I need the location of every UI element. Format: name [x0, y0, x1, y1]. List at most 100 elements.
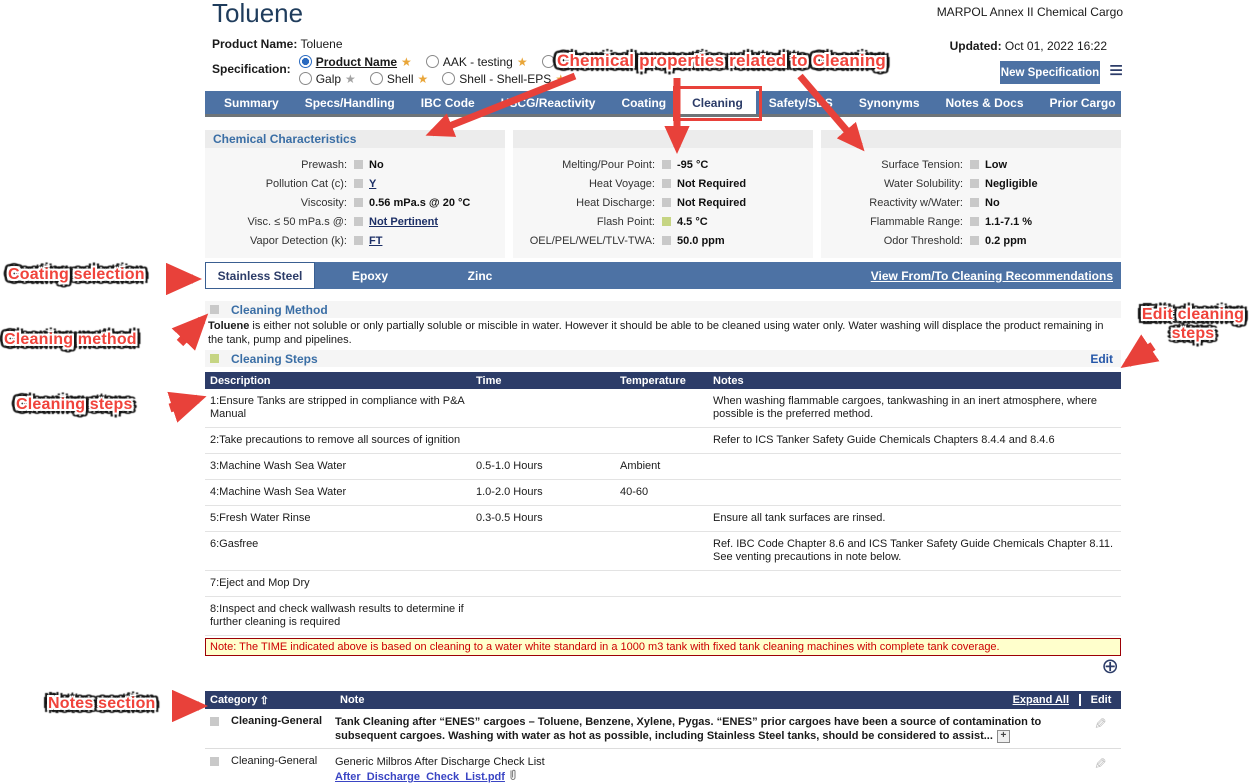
step-notes: When washing flammable cargoes, tankwash…	[708, 389, 1121, 428]
note-edit-cell: ✎	[1079, 715, 1121, 743]
step-notes: Ref. IBC Code Chapter 8.6 and ICS Tanker…	[708, 532, 1121, 571]
step-description: 7:Eject and Mop Dry	[205, 571, 471, 597]
step-time	[471, 389, 615, 428]
tab-safety-sds[interactable]: Safety/SDS	[756, 91, 846, 114]
col-time: Time	[471, 372, 615, 389]
radio-icon[interactable]	[299, 55, 312, 68]
pdf-attachment-link[interactable]: After_Discharge_Check_List.pdf	[335, 771, 505, 783]
star-icon: ★	[401, 57, 412, 67]
expand-all-link[interactable]: Expand All	[1013, 694, 1079, 706]
coating-tab-epoxy[interactable]: Epoxy	[315, 262, 425, 289]
note-row: Cleaning-General Generic Milbros After D…	[205, 749, 1121, 783]
status-square-icon	[970, 236, 979, 245]
step-row: 2:Take precautions to remove all sources…	[205, 428, 1121, 454]
view-cleaning-recommendations-link[interactable]: View From/To Cleaning Recommendations	[871, 262, 1121, 289]
arrow-steps	[170, 399, 198, 408]
chem-panel-3: Surface Tension:Low Water Solubility:Neg…	[821, 130, 1121, 258]
status-square-icon	[970, 217, 979, 226]
menu-icon[interactable]: ≡	[1109, 59, 1123, 83]
chem-value-link[interactable]: Not Pertinent	[369, 216, 438, 228]
updated-line: Updated: Oct 01, 2022 16:22	[950, 39, 1107, 53]
category-square-icon	[210, 757, 219, 766]
chem-panel-header	[821, 130, 1121, 148]
step-time: 1.0-2.0 Hours	[471, 480, 615, 506]
cleaning-steps-header: Cleaning Steps Edit	[205, 350, 1121, 367]
notes-edit-header: Edit	[1079, 694, 1121, 706]
chem-value-link[interactable]: Y	[369, 178, 376, 190]
cleaning-steps-title: Cleaning Steps	[231, 352, 318, 366]
tab-coating[interactable]: Coating	[608, 91, 679, 114]
step-description: 3:Machine Wash Sea Water	[205, 454, 471, 480]
tab-synonyms[interactable]: Synonyms	[846, 91, 933, 114]
coating-tab-stainless-steel[interactable]: Stainless Steel	[205, 262, 315, 289]
step-temperature	[615, 597, 708, 636]
tab-notes-docs[interactable]: Notes & Docs	[933, 91, 1037, 114]
section-square-icon	[210, 354, 219, 363]
spec-radio-shell[interactable]: Shell ★	[370, 72, 428, 86]
page-title: Toluene	[212, 0, 303, 29]
radio-icon[interactable]	[542, 55, 555, 68]
chem-panel-header	[513, 130, 813, 148]
tab-prior-cargo[interactable]: Prior Cargo	[1037, 91, 1129, 114]
expand-note-icon[interactable]: +	[997, 730, 1010, 743]
status-square-icon	[662, 217, 671, 226]
tab-specs-handling[interactable]: Specs/Handling	[292, 91, 408, 114]
main-content: Toluene MARPOL Annex II Chemical Cargo P…	[205, 0, 1121, 783]
chem-value: Not Required	[677, 178, 746, 190]
spec-radio-aak-testing[interactable]: AAK - testing ★	[426, 55, 528, 69]
radio-icon[interactable]	[299, 72, 312, 85]
step-row: 8:Inspect and check wallwash results to …	[205, 597, 1121, 636]
radio-icon[interactable]	[370, 72, 383, 85]
radio-icon[interactable]	[442, 72, 455, 85]
step-notes	[708, 571, 1121, 597]
step-notes	[708, 597, 1121, 636]
chem-value: No	[369, 159, 384, 171]
spec-radio-shell-eps[interactable]: Shell - Shell-EPS ★	[442, 72, 566, 86]
product-name-label: Product Name:	[212, 37, 297, 51]
chem-label: Heat Discharge:	[513, 197, 660, 209]
star-icon: ★	[418, 74, 429, 84]
spec-radio-galp[interactable]: Galp ★	[299, 72, 356, 86]
col-temperature: Temperature	[615, 372, 708, 389]
step-notes: Refer to ICS Tanker Safety Guide Chemica…	[708, 428, 1121, 454]
product-name-line: Product Name: Toluene	[212, 37, 343, 51]
add-note-icon[interactable]: ⊕	[1101, 656, 1119, 677]
chem-label: Heat Voyage:	[513, 178, 660, 190]
tab-summary[interactable]: Summary	[211, 91, 292, 114]
col-description: Description	[205, 372, 471, 389]
chemical-characteristics: Chemical Characteristics Prewash:No Poll…	[205, 130, 1121, 258]
chem-panel-2: Melting/Pour Point:-95 °C Heat Voyage:No…	[513, 130, 813, 258]
tab-uscg-reactivity[interactable]: USCG/Reactivity	[488, 91, 609, 114]
chem-value: Negligible	[985, 178, 1038, 190]
paperclip-icon	[508, 769, 518, 782]
radio-icon[interactable]	[426, 55, 439, 68]
arrow-edit-steps	[1128, 346, 1153, 363]
edit-pencil-icon[interactable]: ✎	[1094, 715, 1107, 733]
coating-tab-bar: Stainless Steel Epoxy Zinc View From/To …	[205, 262, 1121, 289]
new-specification-button[interactable]: New Specification	[1000, 61, 1100, 84]
page: Chemical properties related to Cleaning …	[0, 0, 1259, 783]
chem-value-link[interactable]: FT	[369, 235, 382, 247]
tab-ibc-code[interactable]: IBC Code	[408, 91, 488, 114]
step-row: 4:Machine Wash Sea Water1.0-2.0 Hours40-…	[205, 480, 1121, 506]
updated-label: Updated:	[950, 39, 1002, 53]
note-text: Generic Milbros After Discharge Check Li…	[335, 755, 1079, 783]
chem-label: Prewash:	[205, 159, 352, 171]
step-row: 7:Eject and Mop Dry	[205, 571, 1121, 597]
time-note-banner: Note: The TIME indicated above is based …	[205, 638, 1121, 656]
edit-pencil-icon[interactable]: ✎	[1094, 755, 1107, 773]
spec-radio-product-name[interactable]: Product Name ★	[299, 55, 412, 69]
star-icon: ★	[517, 57, 528, 67]
cleaning-method-text: Toluene is either not soluble or only pa…	[208, 320, 1116, 347]
cleaning-steps-table: Description Time Temperature Notes 1:Ens…	[205, 372, 1121, 636]
tab-cleaning[interactable]: Cleaning	[679, 91, 756, 114]
cleaning-method-lead: Toluene	[208, 320, 249, 332]
cleaning-method-title: Cleaning Method	[231, 303, 328, 317]
notes-category-header[interactable]: Category ⇧	[205, 694, 340, 707]
coating-tab-zinc[interactable]: Zinc	[425, 262, 535, 289]
step-description: 8:Inspect and check wallwash results to …	[205, 597, 471, 636]
edit-cleaning-steps-link[interactable]: Edit	[1090, 352, 1113, 366]
note-row: Cleaning-General Tank Cleaning after “EN…	[205, 709, 1121, 749]
annotation-notes-section: Notes section	[48, 695, 156, 713]
step-description: 4:Machine Wash Sea Water	[205, 480, 471, 506]
